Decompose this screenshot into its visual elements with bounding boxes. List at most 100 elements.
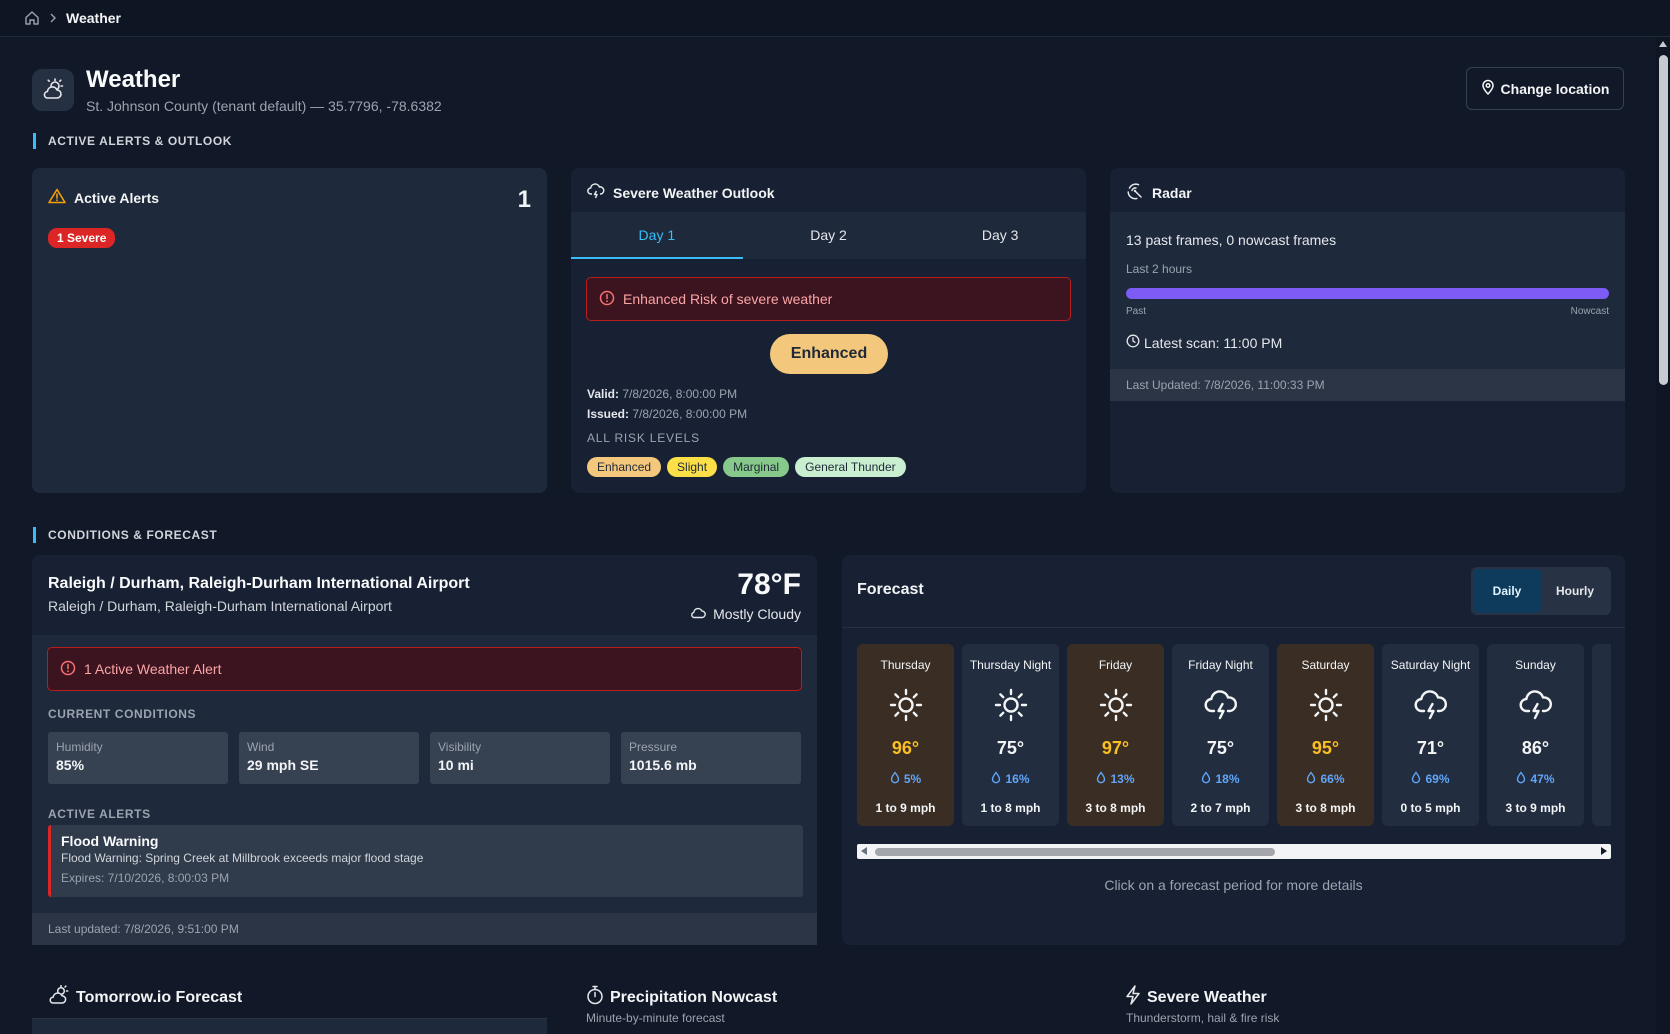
- flood-warning-item[interactable]: Flood Warning Flood Warning: Spring Cree…: [48, 825, 803, 897]
- precip-value: 5%: [903, 772, 922, 786]
- scroll-left-arrow[interactable]: [861, 847, 867, 855]
- period-name: Su: [1592, 658, 1611, 672]
- forecast-period[interactable]: Sunday 86° 47% 3 to 9 mph: [1487, 644, 1584, 826]
- page-header: Weather St. Johnson County (tenant defau…: [32, 66, 442, 114]
- radar-icon: [1126, 182, 1144, 203]
- change-location-button[interactable]: Change location: [1466, 67, 1624, 110]
- severe-badge[interactable]: 1 Severe: [48, 228, 116, 248]
- scrollbar-thumb[interactable]: [1659, 55, 1668, 385]
- condition-summary: Mostly Cloudy: [689, 605, 801, 622]
- radar-latest-scan: Latest scan: 11:00 PM: [1126, 334, 1282, 351]
- period-wind: 3 to 8 mph: [1085, 801, 1146, 815]
- period-temperature: 71°: [1416, 738, 1445, 758]
- storm-icon: [1382, 680, 1479, 730]
- period-temperature: 86°: [1521, 738, 1550, 758]
- metric-value: 10 mi: [438, 757, 474, 773]
- active-alerts-title: Active Alerts: [48, 188, 159, 207]
- metric-wind: Wind 29 mph SE: [239, 732, 419, 784]
- valid-label: Valid:: [587, 387, 620, 401]
- flood-warning-description: Flood Warning: Spring Creek at Millbrook…: [61, 851, 424, 865]
- forecast-horizontal-scrollbar[interactable]: [857, 844, 1611, 859]
- radar-past-label: Past: [1126, 306, 1147, 317]
- risk-level-pill: Enhanced: [770, 334, 888, 374]
- precip-value: 13%: [1110, 772, 1135, 786]
- risk-alert-text: Enhanced Risk of severe weather: [623, 291, 833, 307]
- flood-warning-title: Flood Warning: [61, 833, 159, 849]
- forecast-title: Forecast: [857, 581, 924, 598]
- tomorrow-forecast-card-top: [32, 1018, 547, 1034]
- period-name: Thursday: [880, 658, 931, 672]
- metric-label: Pressure: [629, 740, 678, 754]
- toggle-daily[interactable]: Daily: [1473, 569, 1541, 613]
- forecast-period[interactable]: Friday 97° 13% 3 to 8 mph: [1067, 644, 1164, 826]
- radar-last-updated: Last Updated: 7/8/2026, 11:00:33 PM: [1110, 369, 1625, 401]
- period-precip: 47%: [1487, 771, 1584, 787]
- period-name: Saturday Night: [1390, 658, 1471, 672]
- toggle-hourly[interactable]: Hourly: [1541, 569, 1609, 613]
- raindrop-icon: [1516, 771, 1526, 787]
- risk-level-chips: Enhanced Slight Marginal General Thunder: [587, 457, 906, 477]
- tab-day-1[interactable]: Day 1: [571, 212, 743, 259]
- radar-body: 13 past frames, 0 nowcast frames Last 2 …: [1110, 212, 1625, 369]
- active-alerts-count: 1: [517, 186, 531, 213]
- forecast-period[interactable]: Thursday Night 75° 16% 1 to 8 mph: [962, 644, 1059, 826]
- home-icon[interactable]: [24, 10, 40, 26]
- outlook-day-tabs: Day 1 Day 2 Day 3: [571, 212, 1086, 259]
- tab-day-2[interactable]: Day 2: [743, 212, 915, 259]
- top-bar: Weather: [0, 0, 1670, 37]
- page-title: Weather: [86, 66, 181, 93]
- page-scrollbar[interactable]: [1656, 37, 1670, 1034]
- current-conditions-card: Raleigh / Durham, Raleigh-Durham Interna…: [32, 555, 817, 945]
- map-pin-icon: [1481, 79, 1495, 98]
- alert-circle-icon: [599, 290, 615, 309]
- radar-title-text: Radar: [1152, 184, 1192, 201]
- forecast-divider: [842, 627, 1625, 628]
- page-subtitle: St. Johnson County (tenant default) — 35…: [86, 98, 442, 114]
- scroll-right-arrow[interactable]: [1601, 847, 1607, 855]
- period-precip: 16%: [962, 771, 1059, 787]
- period-precip: [1592, 742, 1611, 757]
- precip-value: 18%: [1215, 772, 1240, 786]
- period-temperature: 95°: [1311, 738, 1340, 758]
- period-name: Saturday: [1301, 658, 1350, 672]
- weather-alert-banner[interactable]: 1 Active Weather Alert: [47, 647, 802, 691]
- forecast-hint: Click on a forecast period for more deta…: [1104, 877, 1363, 893]
- raindrop-icon: [1096, 771, 1106, 787]
- forecast-period[interactable]: Saturday 95° 66% 3 to 8 mph: [1277, 644, 1374, 826]
- tab-day-3[interactable]: Day 3: [914, 212, 1086, 259]
- condition-description: Mostly Cloudy: [713, 605, 801, 622]
- scroll-up-arrow[interactable]: [1659, 41, 1667, 47]
- radar-timeline-bar[interactable]: [1126, 288, 1609, 299]
- active-alerts-card: Active Alerts 1 1 Severe: [32, 168, 547, 493]
- severe-outlook-card: Severe Weather Outlook Day 1 Day 2 Day 3 E…: [571, 168, 1086, 493]
- raindrop-icon: [1411, 771, 1421, 787]
- station-name: Raleigh / Durham, Raleigh-Durham Interna…: [48, 575, 470, 592]
- risk-levels-label: ALL RISK LEVELS: [587, 431, 700, 445]
- condition-metrics: Humidity 85% Wind 29 mph SE Visibility 10 mi P…: [48, 732, 801, 784]
- forecast-period[interactable]: Thursday 96° 5% 1 to 9 mph: [857, 644, 954, 826]
- forecast-card: Forecast Daily Hourly Thursday 96° 5% 1 to 9…: [842, 555, 1625, 945]
- station-subtitle: Raleigh / Durham, Raleigh-Durham Interna…: [48, 598, 392, 614]
- forecast-period[interactable]: Friday Night 75° 18% 2 to 7 mph: [1172, 644, 1269, 826]
- storm-cloud-icon: [587, 182, 605, 203]
- latest-scan-text: Latest scan: 11:00 PM: [1144, 334, 1283, 351]
- change-location-label: Change location: [1500, 80, 1610, 97]
- radar-title: Radar: [1126, 182, 1192, 203]
- precip-nowcast-title: Precipitation Nowcast: [586, 985, 777, 1010]
- precip-nowcast-subtitle: Minute-by-minute forecast: [586, 1011, 725, 1025]
- period-name: Thursday Night: [969, 658, 1052, 672]
- horizontal-scroll-thumb[interactable]: [875, 848, 1275, 856]
- cloud-icon: [689, 605, 707, 622]
- chevron-right-icon: [48, 12, 58, 24]
- forecast-period[interactable]: Saturday Night 71° 69% 0 to 5 mph: [1382, 644, 1479, 826]
- period-name: Friday: [1098, 658, 1133, 672]
- radar-nowcast-label: Nowcast: [1570, 306, 1609, 317]
- risk-chip: General Thunder: [795, 457, 906, 477]
- alert-circle-icon: [60, 660, 76, 679]
- forecast-period[interactable]: Su 2: [1592, 644, 1611, 826]
- sun-icon: [1067, 680, 1164, 730]
- clock-icon: [1126, 334, 1140, 351]
- forecast-periods: Thursday 96° 5% 1 to 9 mph Thursday Night 75°…: [857, 644, 1611, 826]
- weather-alert-text: 1 Active Weather Alert: [84, 661, 222, 677]
- issued-label: Issued:: [587, 407, 630, 421]
